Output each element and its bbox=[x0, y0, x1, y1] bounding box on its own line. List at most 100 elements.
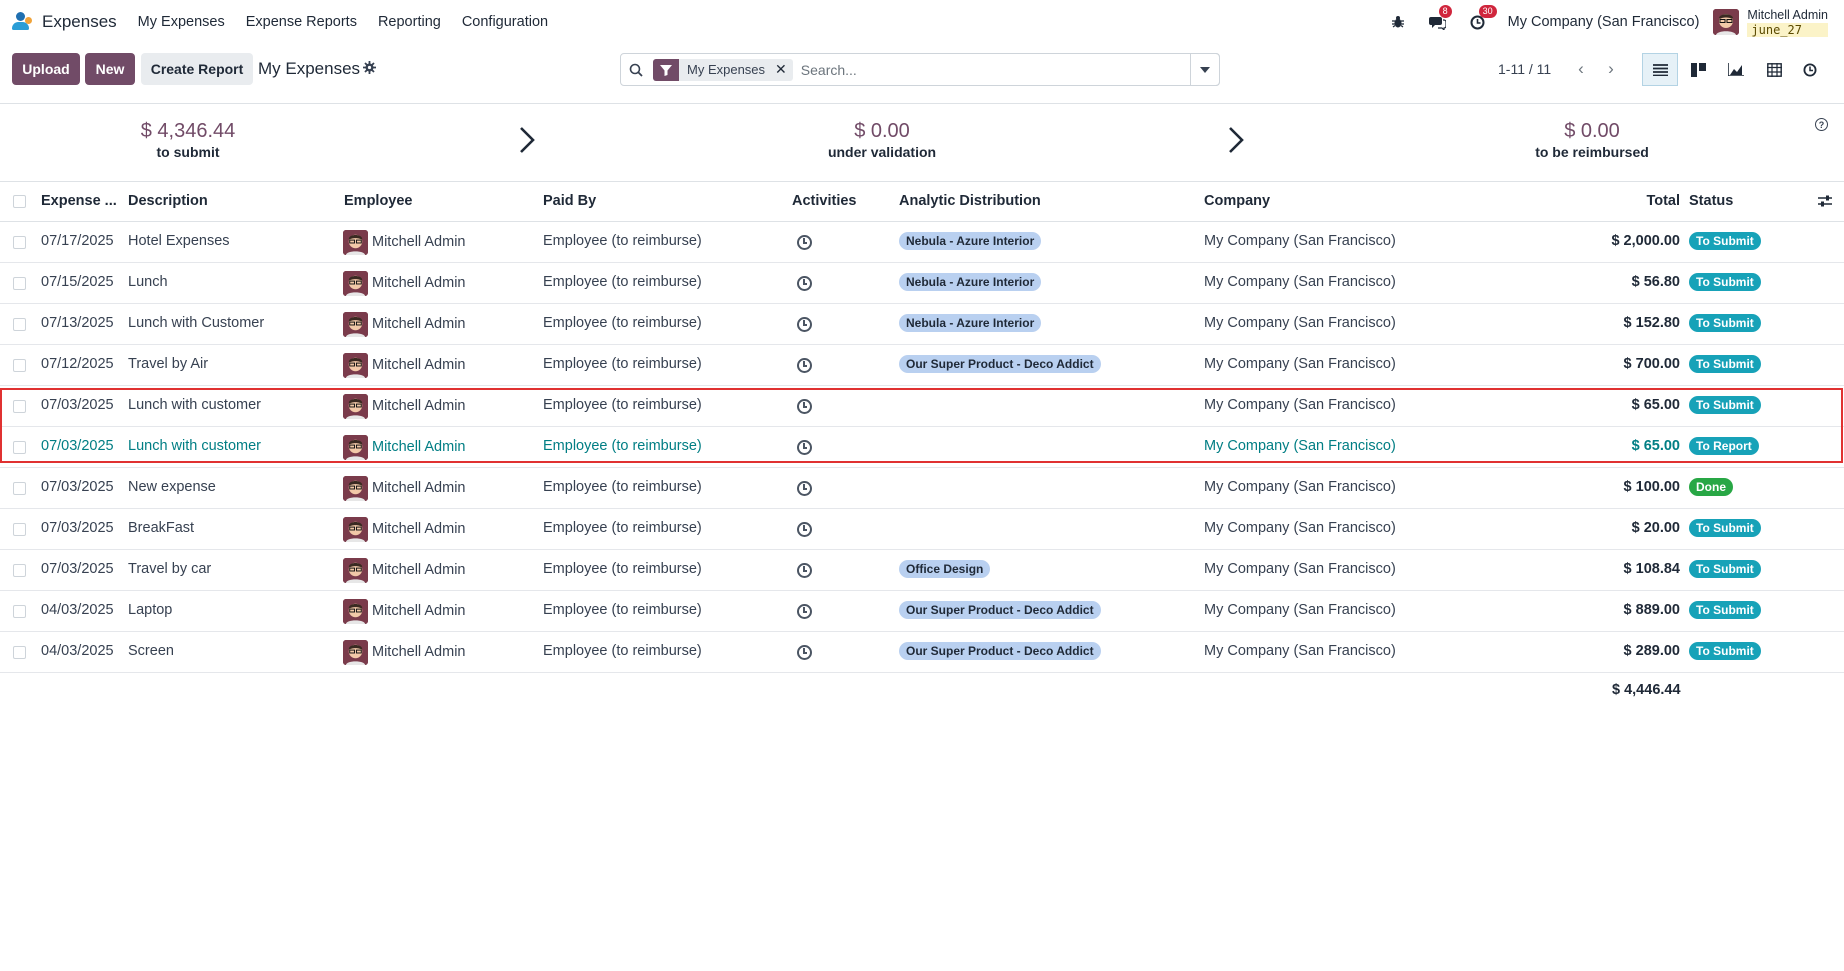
user-avatar[interactable] bbox=[1713, 9, 1740, 35]
optional-columns-icon[interactable] bbox=[1818, 195, 1832, 211]
table-row[interactable]: 04/03/2025 Screen Mitchell Admin Employee (… bbox=[0, 632, 1844, 673]
search-facet[interactable]: My Expenses ✕ bbox=[653, 58, 793, 81]
row-checkbox[interactable] bbox=[13, 359, 26, 372]
header-company[interactable]: Company bbox=[1204, 193, 1270, 209]
pager-value[interactable]: 1-11 / 11 bbox=[1498, 61, 1551, 77]
search-icon[interactable] bbox=[621, 63, 651, 77]
table-row[interactable]: 04/03/2025 Laptop Mitchell Admin Employee (… bbox=[0, 591, 1844, 632]
stat-to-be-reimbursed[interactable]: $ 0.00 to be reimbursed bbox=[1492, 120, 1692, 160]
header-description[interactable]: Description bbox=[128, 193, 208, 209]
header-analytic[interactable]: Analytic Distribution bbox=[899, 193, 1041, 209]
clock-icon[interactable] bbox=[797, 440, 812, 455]
header-status[interactable]: Status bbox=[1689, 193, 1733, 209]
table-row[interactable]: 07/13/2025 Lunch with Customer Mitchell Ad… bbox=[0, 304, 1844, 345]
clock-icon[interactable]: 30 bbox=[1468, 5, 1497, 32]
cell-employee[interactable]: Mitchell Admin bbox=[372, 316, 465, 332]
row-checkbox[interactable] bbox=[13, 564, 26, 577]
row-checkbox[interactable] bbox=[13, 605, 26, 618]
search-input[interactable] bbox=[800, 61, 1219, 78]
row-checkbox[interactable] bbox=[13, 277, 26, 290]
employee-avatar bbox=[343, 517, 368, 542]
cell-company: My Company (San Francisco) bbox=[1204, 479, 1396, 495]
clock-icon[interactable] bbox=[797, 604, 812, 619]
clock-icon[interactable] bbox=[797, 358, 812, 373]
menu-my-expenses[interactable]: My Expenses bbox=[138, 14, 225, 30]
row-checkbox[interactable] bbox=[13, 400, 26, 413]
app-brand[interactable]: Expenses bbox=[10, 11, 117, 33]
cell-date: 07/03/2025 bbox=[41, 561, 114, 577]
cell-company: My Company (San Francisco) bbox=[1204, 274, 1396, 290]
stat-to-submit[interactable]: $ 4,346.44 to submit bbox=[100, 120, 276, 160]
chevron-left-icon[interactable]: ‹ bbox=[1567, 55, 1595, 83]
table-row[interactable]: 07/03/2025 Lunch with customer Mitchell Ad… bbox=[0, 427, 1844, 468]
cell-employee[interactable]: Mitchell Admin bbox=[372, 644, 465, 660]
stat-under-validation[interactable]: $ 0.00 under validation bbox=[782, 120, 982, 160]
cell-description: Travel by Air bbox=[128, 356, 209, 372]
header-employee[interactable]: Employee bbox=[344, 193, 413, 209]
create-report-button[interactable]: Create Report bbox=[141, 53, 253, 85]
row-checkbox[interactable] bbox=[13, 646, 26, 659]
cell-employee[interactable]: Mitchell Admin bbox=[372, 398, 465, 414]
table-row[interactable]: 07/17/2025 Hotel Expenses Mitchell Admin Em… bbox=[0, 222, 1844, 263]
clock-icon[interactable] bbox=[797, 317, 812, 332]
menu-configuration[interactable]: Configuration bbox=[462, 14, 548, 30]
clock-icon[interactable] bbox=[797, 399, 812, 414]
menu-expense-reports[interactable]: Expense Reports bbox=[246, 14, 357, 30]
app-name[interactable]: Expenses bbox=[42, 12, 117, 32]
header-date[interactable]: Expense ... bbox=[41, 193, 117, 209]
cell-employee[interactable]: Mitchell Admin bbox=[372, 275, 465, 291]
list-view-icon[interactable] bbox=[1642, 53, 1678, 86]
table-row[interactable]: 07/03/2025 New expense Mitchell Admin Emplo… bbox=[0, 468, 1844, 509]
cell-company: My Company (San Francisco) bbox=[1204, 233, 1396, 249]
table-row[interactable]: 07/03/2025 BreakFast Mitchell Admin Employe… bbox=[0, 509, 1844, 550]
expenses-table: Expense ... Description Employee Paid By… bbox=[0, 182, 1844, 673]
bug-icon[interactable] bbox=[1388, 12, 1408, 32]
select-all-checkbox[interactable] bbox=[13, 195, 26, 208]
header-total[interactable]: Total bbox=[1640, 193, 1680, 209]
table-header: Expense ... Description Employee Paid By… bbox=[0, 182, 1844, 222]
analytic-tag: Our Super Product - Deco Addict bbox=[899, 601, 1101, 619]
upload-button[interactable]: Upload bbox=[12, 53, 80, 85]
row-checkbox[interactable] bbox=[13, 441, 26, 454]
row-checkbox[interactable] bbox=[13, 318, 26, 331]
header-activities[interactable]: Activities bbox=[792, 193, 856, 209]
close-icon[interactable]: ✕ bbox=[775, 61, 793, 78]
kanban-view-icon[interactable] bbox=[1680, 53, 1716, 86]
table-row[interactable]: 07/03/2025 Lunch with customer Mitchell Ad… bbox=[0, 386, 1844, 427]
cell-date: 07/17/2025 bbox=[41, 233, 114, 249]
cell-employee[interactable]: Mitchell Admin bbox=[372, 357, 465, 373]
cell-employee[interactable]: Mitchell Admin bbox=[372, 603, 465, 619]
menu-reporting[interactable]: Reporting bbox=[378, 14, 441, 30]
cell-employee[interactable]: Mitchell Admin bbox=[372, 480, 465, 496]
cell-employee[interactable]: Mitchell Admin bbox=[372, 439, 465, 455]
status-badge: To Submit bbox=[1689, 642, 1761, 660]
new-button[interactable]: New bbox=[85, 53, 135, 85]
cell-employee[interactable]: Mitchell Admin bbox=[372, 521, 465, 537]
clock-icon[interactable] bbox=[797, 645, 812, 660]
row-checkbox[interactable] bbox=[13, 523, 26, 536]
table-row[interactable]: 07/12/2025 Travel by Air Mitchell Admin Emp… bbox=[0, 345, 1844, 386]
clock-icon[interactable] bbox=[797, 235, 812, 250]
graph-view-icon[interactable] bbox=[1718, 53, 1754, 86]
caret-down-icon[interactable] bbox=[1190, 53, 1220, 86]
user-menu[interactable]: Mitchell Admin june_27 bbox=[1747, 8, 1828, 37]
table-row[interactable]: 07/03/2025 Travel by car Mitchell Admin Emp… bbox=[0, 550, 1844, 591]
row-checkbox[interactable] bbox=[13, 236, 26, 249]
gear-icon[interactable] bbox=[363, 61, 376, 77]
cell-company: My Company (San Francisco) bbox=[1204, 602, 1396, 618]
table-row[interactable]: 07/15/2025 Lunch Mitchell Admin Employee (t… bbox=[0, 263, 1844, 304]
header-paid-by[interactable]: Paid By bbox=[543, 193, 596, 209]
row-checkbox[interactable] bbox=[13, 482, 26, 495]
company-switcher[interactable]: My Company (San Francisco) bbox=[1508, 14, 1700, 30]
clock-icon[interactable] bbox=[797, 522, 812, 537]
chat-icon[interactable]: 8 bbox=[1428, 5, 1452, 32]
chevron-right-icon[interactable]: › bbox=[1597, 55, 1625, 83]
clock-icon[interactable] bbox=[797, 276, 812, 291]
cell-employee[interactable]: Mitchell Admin bbox=[372, 562, 465, 578]
cell-employee[interactable]: Mitchell Admin bbox=[372, 234, 465, 250]
activity-view-icon[interactable] bbox=[1792, 53, 1828, 86]
help-icon[interactable]: ? bbox=[1815, 118, 1828, 131]
clock-icon[interactable] bbox=[797, 481, 812, 496]
pivot-view-icon[interactable] bbox=[1756, 53, 1792, 86]
clock-icon[interactable] bbox=[797, 563, 812, 578]
